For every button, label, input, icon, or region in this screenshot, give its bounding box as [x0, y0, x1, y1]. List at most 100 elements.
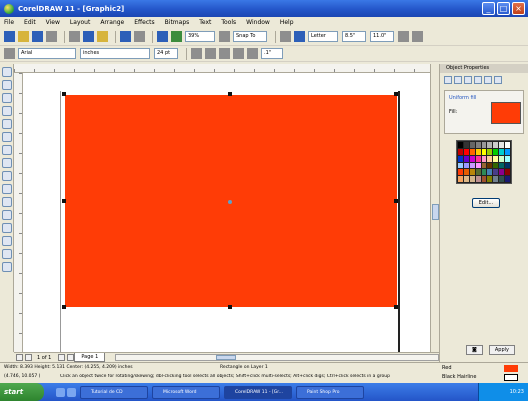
horizontal-ruler[interactable]: [14, 64, 430, 73]
freehand-tool-icon[interactable]: [2, 119, 12, 129]
bullet-icon[interactable]: [247, 48, 258, 59]
next-page-button[interactable]: [58, 354, 66, 361]
paper-type-dropdown[interactable]: Letter: [308, 31, 338, 42]
palette-color-swatch[interactable]: [487, 155, 493, 162]
palette-color-swatch[interactable]: [458, 148, 463, 155]
last-page-button[interactable]: [67, 354, 75, 361]
palette-color-swatch[interactable]: [499, 162, 505, 169]
menu-text[interactable]: Text: [199, 19, 211, 26]
open-icon[interactable]: [18, 31, 29, 42]
close-button[interactable]: ×: [512, 2, 525, 15]
palette-color-swatch[interactable]: [475, 155, 481, 162]
outline-tool-icon[interactable]: [2, 236, 12, 246]
align-icon[interactable]: [233, 48, 244, 59]
selection-handle-top-left[interactable]: [62, 92, 66, 96]
palette-color-swatch[interactable]: [463, 155, 469, 162]
selection-handle-left[interactable]: [62, 199, 66, 203]
taskbar-button[interactable]: Paint Shop Pro: [296, 385, 364, 399]
vertical-ruler[interactable]: [14, 73, 23, 352]
horizontal-scrollbar[interactable]: [115, 354, 439, 361]
selection-handle-bottom-left[interactable]: [62, 305, 66, 309]
first-page-button[interactable]: [16, 354, 23, 361]
fill-tab-icon[interactable]: [444, 76, 452, 84]
palette-color-swatch[interactable]: [463, 148, 469, 155]
menu-effects[interactable]: Effects: [134, 19, 154, 26]
palette-color-swatch[interactable]: [475, 176, 481, 182]
taskbar-button-active[interactable]: CorelDRAW 11 - [Gr...: [224, 385, 292, 399]
vertical-scroll-thumb[interactable]: [432, 204, 439, 220]
palette-color-swatch[interactable]: [499, 169, 505, 176]
palette-color-swatch[interactable]: [469, 176, 475, 182]
rotation-center-marker[interactable]: [228, 200, 232, 204]
eyedropper-tool-icon[interactable]: [2, 223, 12, 233]
palette-color-swatch[interactable]: [499, 142, 505, 148]
polygon-tool-icon[interactable]: [2, 171, 12, 181]
outline-tab-icon[interactable]: [454, 76, 462, 84]
palette-color-swatch[interactable]: [487, 148, 493, 155]
selection-handle-bottom[interactable]: [228, 305, 232, 309]
font-style-dropdown[interactable]: inches: [80, 48, 150, 59]
palette-color-swatch[interactable]: [493, 148, 499, 155]
undo-icon[interactable]: [120, 31, 131, 42]
print-icon[interactable]: [46, 31, 57, 42]
drawing-canvas[interactable]: [23, 73, 430, 352]
palette-color-swatch[interactable]: [499, 155, 505, 162]
palette-color-swatch[interactable]: [505, 155, 510, 162]
fill-tool-icon[interactable]: [2, 249, 12, 259]
palette-color-swatch[interactable]: [487, 169, 493, 176]
landscape-icon[interactable]: [412, 31, 423, 42]
desktop-quicklaunch-icon[interactable]: [67, 387, 76, 397]
palette-color-swatch[interactable]: [481, 155, 487, 162]
previous-page-button[interactable]: [25, 354, 32, 361]
palette-color-swatch[interactable]: [458, 155, 463, 162]
application-launcher-icon[interactable]: [280, 31, 291, 42]
palette-color-swatch[interactable]: [481, 142, 487, 148]
minimize-button[interactable]: _: [482, 2, 495, 15]
palette-color-swatch[interactable]: [499, 148, 505, 155]
basic-shapes-tool-icon[interactable]: [2, 184, 12, 194]
portrait-icon[interactable]: [398, 31, 409, 42]
export-icon[interactable]: [171, 31, 182, 42]
paper-width-field[interactable]: 8.5": [342, 31, 366, 42]
palette-color-swatch[interactable]: [493, 169, 499, 176]
paste-icon[interactable]: [97, 31, 108, 42]
palette-color-swatch[interactable]: [493, 176, 499, 182]
palette-color-swatch[interactable]: [469, 169, 475, 176]
palette-color-swatch[interactable]: [487, 142, 493, 148]
shape-tool-icon[interactable]: [2, 80, 12, 90]
lock-icon[interactable]: ◙: [466, 345, 483, 355]
palette-color-swatch[interactable]: [499, 176, 505, 182]
palette-color-swatch[interactable]: [458, 176, 463, 182]
menu-edit[interactable]: Edit: [24, 19, 36, 26]
import-icon[interactable]: [157, 31, 168, 42]
palette-color-swatch[interactable]: [505, 169, 510, 176]
zoom-level-field[interactable]: 39%: [185, 31, 215, 42]
interactive-fill-tool-icon[interactable]: [2, 262, 12, 272]
font-list-dropdown[interactable]: Arial: [18, 48, 76, 59]
palette-color-swatch[interactable]: [487, 162, 493, 169]
interactive-blend-tool-icon[interactable]: [2, 210, 12, 220]
palette-color-swatch[interactable]: [463, 176, 469, 182]
italic-icon[interactable]: [205, 48, 216, 59]
menu-bitmaps[interactable]: Bitmaps: [165, 19, 190, 26]
menu-arrange[interactable]: Arrange: [100, 19, 124, 26]
menu-window[interactable]: Window: [246, 19, 270, 26]
redo-icon[interactable]: [134, 31, 145, 42]
maximize-button[interactable]: □: [497, 2, 510, 15]
palette-color-swatch[interactable]: [469, 155, 475, 162]
general-tab-icon[interactable]: [464, 76, 472, 84]
underline-icon[interactable]: [219, 48, 230, 59]
selection-handle-top[interactable]: [228, 92, 232, 96]
cut-icon[interactable]: [69, 31, 80, 42]
palette-color-swatch[interactable]: [505, 148, 510, 155]
menu-help[interactable]: Help: [280, 19, 294, 26]
corel-online-icon[interactable]: [294, 31, 305, 42]
rectangle-tool-icon[interactable]: [2, 145, 12, 155]
text-tool-icon[interactable]: [2, 197, 12, 207]
palette-color-swatch[interactable]: [505, 162, 510, 169]
taskbar-button[interactable]: Tutorial de CD: [80, 385, 148, 399]
pick-tool-icon[interactable]: [2, 67, 12, 77]
font-size-field[interactable]: 24 pt: [154, 48, 178, 59]
edit-fill-button[interactable]: Edit...: [472, 198, 500, 208]
palette-color-swatch[interactable]: [493, 162, 499, 169]
